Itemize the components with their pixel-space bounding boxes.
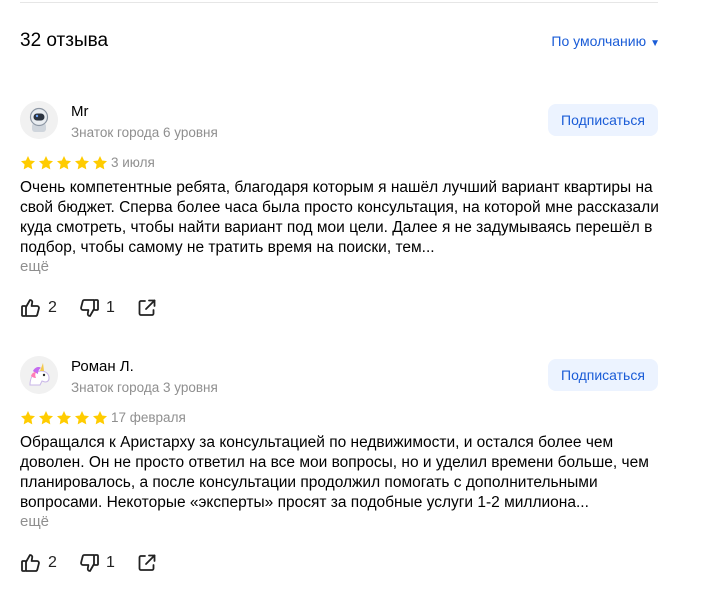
star-icon: [21, 411, 35, 425]
subscribe-button[interactable]: Подписаться: [548, 104, 658, 136]
star-icon: [75, 411, 89, 425]
likes-count: 2: [48, 554, 57, 571]
dislike-button[interactable]: 1: [78, 297, 115, 319]
author-level: Знаток города 3 уровня: [71, 380, 218, 395]
subscribe-button[interactable]: Подписаться: [548, 359, 658, 391]
astronaut-icon: [20, 101, 58, 139]
rating-stars: [20, 410, 108, 426]
more-link[interactable]: ещё: [20, 258, 49, 276]
top-divider: [20, 2, 658, 3]
author-name[interactable]: Mr: [71, 103, 89, 121]
like-button[interactable]: 2: [20, 552, 57, 574]
sort-label: По умолчанию: [551, 33, 647, 49]
review-card: Mr Знаток города 6 уровня Подписаться 3 …: [20, 101, 660, 323]
unicorn-icon: [20, 356, 58, 394]
star-icon: [57, 156, 71, 170]
review-text: Обращался к Аристарху за консультацией п…: [20, 434, 649, 511]
star-icon: [57, 411, 71, 425]
dislike-button[interactable]: 1: [78, 552, 115, 574]
review-card: Роман Л. Знаток города 3 уровня Подписат…: [20, 356, 660, 578]
review-text: Очень компетентные ребята, благодаря кот…: [20, 179, 659, 256]
thumbs-down-icon: [80, 299, 99, 317]
reviews-header: 32 отзыва По умолчанию ▼: [20, 29, 660, 53]
review-date: 3 июля: [111, 155, 155, 170]
dislikes-count: 1: [106, 299, 115, 316]
review-date: 17 февраля: [111, 410, 186, 425]
share-icon: [138, 554, 156, 571]
star-icon: [93, 411, 107, 425]
avatar[interactable]: [20, 356, 58, 394]
thumbs-up-icon: [21, 554, 40, 572]
caret-down-icon: ▼: [650, 38, 660, 49]
reviews-count: 32 отзыва: [20, 30, 109, 51]
star-icon: [39, 411, 53, 425]
star-icon: [21, 156, 35, 170]
avatar[interactable]: [20, 101, 58, 139]
likes-count: 2: [48, 299, 57, 316]
more-link[interactable]: ещё: [20, 513, 49, 531]
star-icon: [75, 156, 89, 170]
rating-stars: [20, 155, 108, 171]
author-name[interactable]: Роман Л.: [71, 358, 134, 376]
star-icon: [93, 156, 107, 170]
sort-dropdown[interactable]: По умолчанию ▼: [551, 32, 660, 53]
author-level: Знаток города 6 уровня: [71, 125, 218, 140]
share-icon: [138, 299, 156, 316]
share-button[interactable]: [136, 552, 158, 574]
dislikes-count: 1: [106, 554, 115, 571]
like-button[interactable]: 2: [20, 297, 57, 319]
share-button[interactable]: [136, 297, 158, 319]
thumbs-down-icon: [80, 554, 99, 572]
thumbs-up-icon: [21, 299, 40, 317]
star-icon: [39, 156, 53, 170]
